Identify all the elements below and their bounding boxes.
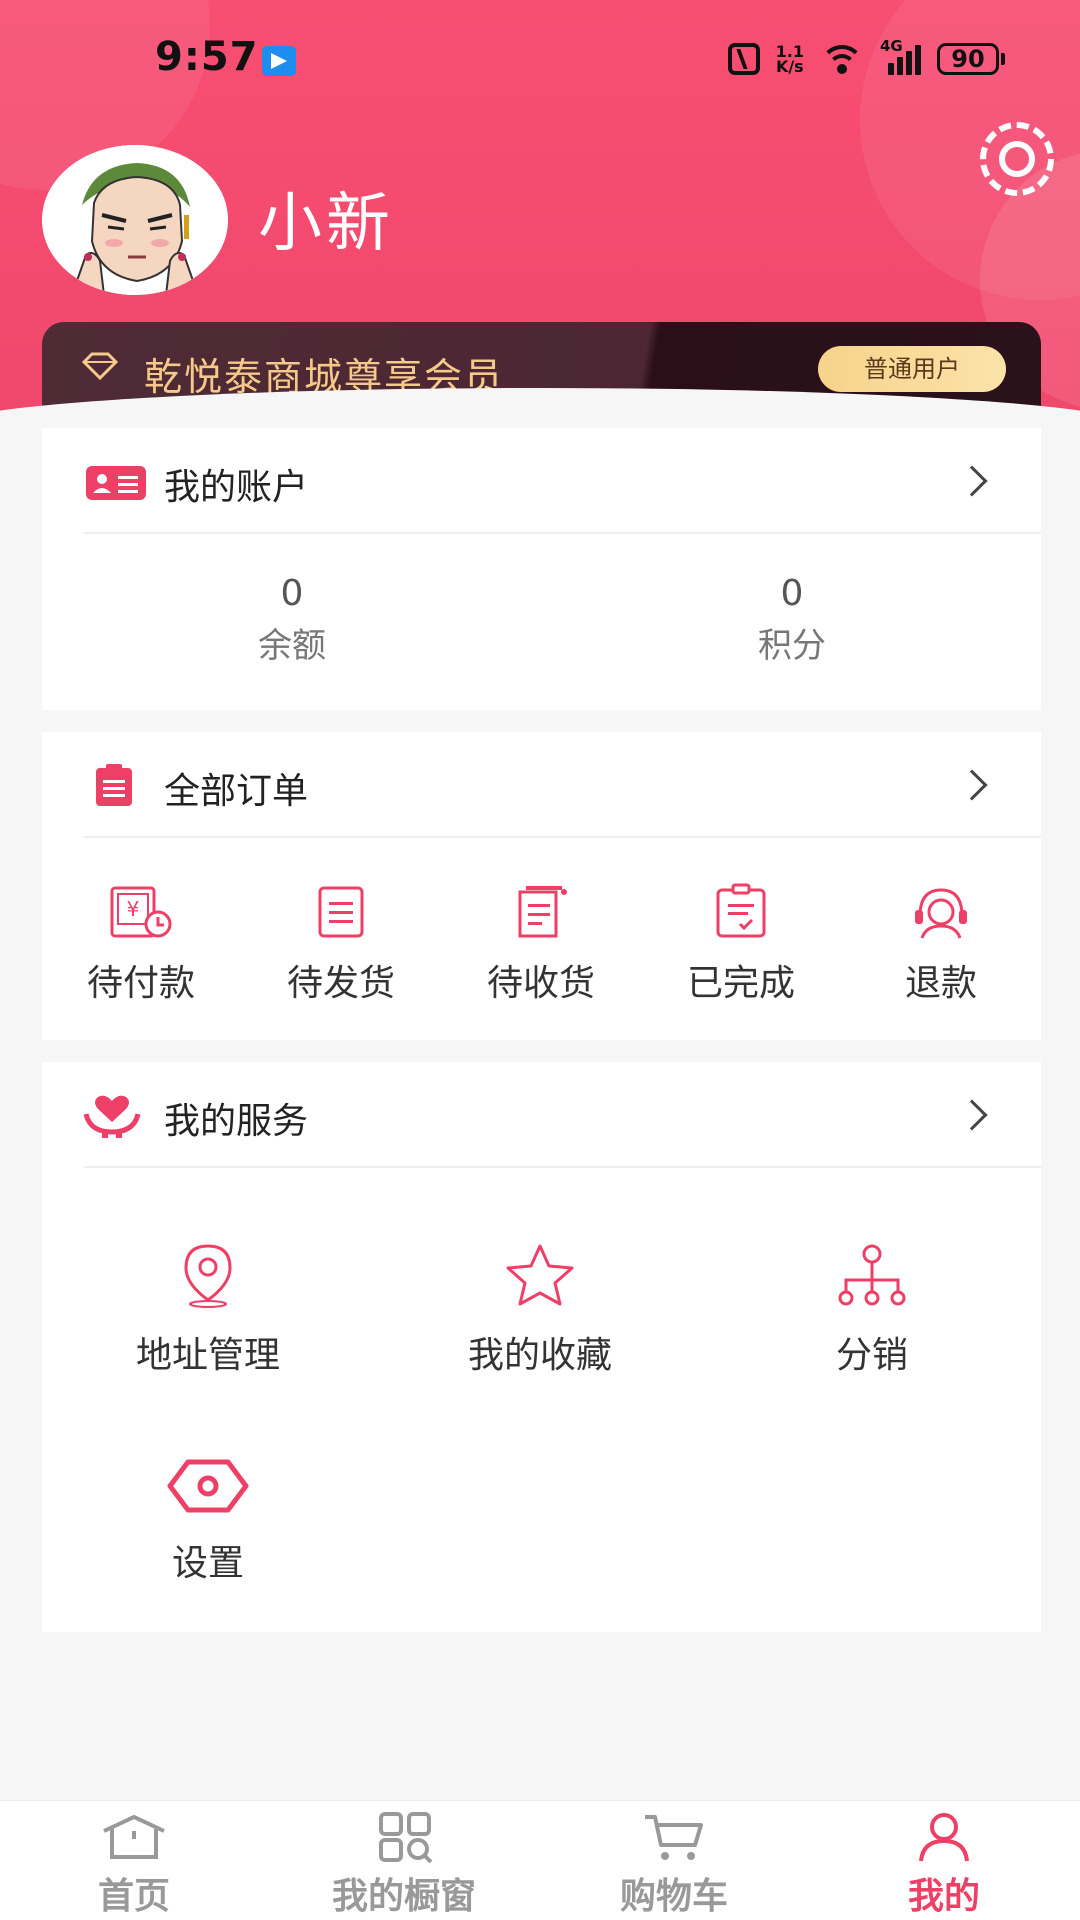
services-card: 我的服务 地址管理 我的收藏 分销 设置 xyxy=(42,1062,1041,1632)
service-label: 地址管理 xyxy=(135,1335,280,1376)
order-label: 退款 xyxy=(904,963,977,1004)
svg-text:¥: ¥ xyxy=(127,897,140,921)
nav-label: 我的 xyxy=(907,1876,980,1917)
app-notification-icon xyxy=(262,46,296,76)
completed-icon xyxy=(716,883,766,938)
service-address-management[interactable]: 地址管理 xyxy=(78,1242,338,1378)
status-icons: 1.1 K/s 4G 90 xyxy=(727,37,1005,80)
points-value: 0 xyxy=(780,573,804,614)
network-type: 4G xyxy=(880,37,903,55)
orders-header[interactable]: 全部订单 xyxy=(42,732,1041,838)
order-label: 待发货 xyxy=(286,963,395,1004)
nav-mine[interactable]: 我的 xyxy=(834,1811,1054,1919)
order-completed[interactable]: 已完成 xyxy=(656,882,826,1006)
nav-label: 首页 xyxy=(97,1876,170,1917)
orders-title: 全部订单 xyxy=(164,771,309,812)
balance-label: 余额 xyxy=(258,626,326,666)
order-pending-receipt[interactable]: 待收货 xyxy=(456,882,626,1006)
chevron-right-icon xyxy=(956,465,988,497)
home-icon xyxy=(103,1814,165,1859)
pending-receipt-icon xyxy=(518,886,567,938)
nav-cart[interactable]: 购物车 xyxy=(564,1811,784,1919)
heart-hand-icon xyxy=(83,1095,141,1138)
nav-label: 我的橱窗 xyxy=(331,1876,476,1917)
order-label: 已完成 xyxy=(686,963,795,1004)
order-refund[interactable]: 退款 xyxy=(856,882,1026,1006)
chevron-right-icon xyxy=(956,1099,988,1131)
diamond-icon xyxy=(82,352,118,380)
star-icon xyxy=(506,1244,574,1306)
account-header[interactable]: 我的账户 xyxy=(42,428,1041,534)
nav-showcase[interactable]: 我的橱窗 xyxy=(294,1811,514,1919)
nav-label: 购物车 xyxy=(619,1876,728,1917)
status-bar: 9:57 1.1 K/s 4G 90 xyxy=(0,0,1080,110)
services-title: 我的服务 xyxy=(164,1101,309,1142)
cellular-signal-icon: 4G xyxy=(880,37,921,75)
points-label: 积分 xyxy=(758,626,826,666)
pending-payment-icon: ¥ xyxy=(110,886,172,938)
points-stat[interactable]: 0 积分 xyxy=(662,572,922,676)
order-label: 待收货 xyxy=(486,963,595,1004)
avatar[interactable] xyxy=(42,145,228,295)
balance-value: 0 xyxy=(280,573,304,614)
id-card-icon xyxy=(86,466,146,500)
nav-home[interactable]: 首页 xyxy=(24,1811,244,1919)
profile-page: 9:57 1.1 K/s 4G 90 小新 乾悦泰商城尊享会员 普通用户 我的账… xyxy=(0,0,1080,1920)
service-settings[interactable]: 设置 xyxy=(78,1456,338,1586)
status-time: 9:57 xyxy=(155,34,259,80)
cart-icon xyxy=(645,1815,703,1860)
services-header[interactable]: 我的服务 xyxy=(42,1062,1041,1168)
order-label: 待付款 xyxy=(86,963,195,1004)
grid-icon xyxy=(379,1812,433,1863)
clipboard-icon xyxy=(96,764,132,806)
location-pin-icon xyxy=(184,1244,232,1308)
service-label: 设置 xyxy=(171,1543,244,1584)
chevron-right-icon xyxy=(956,769,988,801)
pending-shipment-icon xyxy=(318,886,364,938)
profile-header: 9:57 1.1 K/s 4G 90 小新 乾悦泰商城尊享会员 普通用户 xyxy=(0,0,1080,430)
network-speed-unit: K/s xyxy=(775,57,804,76)
account-card: 我的账户 0 余额 0 积分 xyxy=(42,428,1041,710)
nfc-icon xyxy=(727,43,760,75)
username: 小新 xyxy=(258,187,394,261)
battery-icon: 90 xyxy=(937,43,1005,75)
service-label: 分销 xyxy=(835,1335,908,1376)
divider xyxy=(84,1166,1041,1168)
order-pending-shipment[interactable]: 待发货 xyxy=(256,882,426,1006)
membership-level-badge: 普通用户 xyxy=(818,346,1006,392)
order-pending-payment[interactable]: ¥ 待付款 xyxy=(56,882,226,1006)
settings-gear-icon[interactable] xyxy=(980,122,1054,196)
service-distribution[interactable]: 分销 xyxy=(742,1242,1002,1378)
wifi-icon xyxy=(820,43,864,75)
account-title: 我的账户 xyxy=(164,467,309,508)
divider xyxy=(84,532,1041,534)
battery-level: 90 xyxy=(937,43,999,75)
user-icon xyxy=(919,1813,969,1862)
balance-stat[interactable]: 0 余额 xyxy=(162,572,422,676)
settings-hexagon-icon xyxy=(167,1459,249,1513)
network-speed: 1.1 K/s xyxy=(775,44,804,76)
bottom-navigation: 首页 我的橱窗 购物车 我的 xyxy=(0,1800,1080,1920)
service-favorites[interactable]: 我的收藏 xyxy=(410,1242,670,1378)
refund-icon xyxy=(915,888,967,939)
distribution-tree-icon xyxy=(838,1244,906,1306)
divider xyxy=(84,836,1041,838)
service-label: 我的收藏 xyxy=(467,1335,612,1376)
orders-card: 全部订单 ¥ 待付款 待发货 待收货 已完成 退款 xyxy=(42,732,1041,1040)
